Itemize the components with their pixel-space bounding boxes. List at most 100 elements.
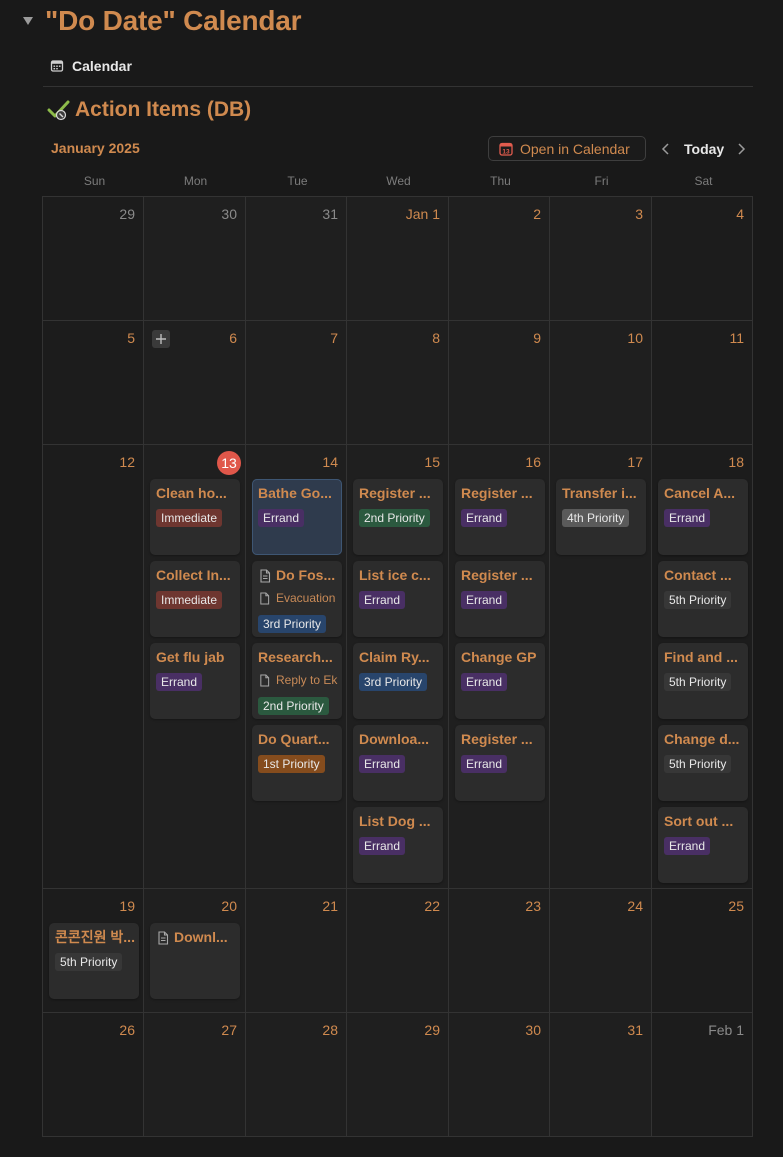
event-card[interactable]: Downloa... Errand [353, 725, 443, 801]
add-event-button[interactable] [152, 330, 170, 348]
day-number: 21 [322, 898, 338, 914]
related-page[interactable]: Evacuation [258, 591, 342, 607]
day-number: 25 [728, 898, 744, 914]
day-cell[interactable]: 23 [449, 889, 550, 1013]
weekday-sat: Sat [694, 174, 713, 188]
day-cell[interactable]: 25 [652, 889, 753, 1013]
database-title[interactable]: Action Items (DB) [47, 98, 251, 122]
day-cell[interactable]: 20 Downl... [144, 889, 246, 1013]
day-cell[interactable]: 6 [144, 321, 246, 445]
page-title: "Do Date" Calendar [45, 5, 302, 36]
day-cell[interactable]: 4 [652, 197, 753, 321]
related-page[interactable]: Reply to Ek [258, 673, 342, 689]
day-cell[interactable]: 31 [550, 1013, 652, 1137]
view-tab-calendar[interactable]: Calendar [50, 56, 132, 76]
day-cell[interactable]: 21 [246, 889, 347, 1013]
event-card-title: Change GP [461, 649, 537, 665]
day-number: 9 [533, 330, 541, 346]
day-number: 20 [221, 898, 237, 914]
day-cell[interactable]: 31 [246, 197, 347, 321]
day-number: 29 [424, 1022, 440, 1038]
page-icon [259, 569, 271, 583]
day-cell[interactable]: 27 [144, 1013, 246, 1137]
event-card[interactable]: List Dog ... Errand [353, 807, 443, 883]
day-cell[interactable]: 14 Bathe Go... Errand Do Fos... Evacuation 3r… [246, 445, 347, 889]
event-card[interactable]: Register ... Errand [455, 725, 545, 801]
day-cell[interactable]: 12 [43, 445, 144, 889]
day-number: 7 [330, 330, 338, 346]
day-cell[interactable]: 24 [550, 889, 652, 1013]
event-card[interactable]: Change GP Errand [455, 643, 545, 719]
day-cell[interactable]: 11 [652, 321, 753, 445]
day-cell[interactable]: 16 Register ... Errand Register ... Errand Ch… [449, 445, 550, 889]
day-cell[interactable]: 2 [449, 197, 550, 321]
day-number: 26 [119, 1022, 135, 1038]
status-tag: 5th Priority [664, 755, 732, 773]
day-cell[interactable]: 29 [43, 197, 144, 321]
event-card-title: Downl... [174, 929, 228, 945]
event-card-title: Change d... [664, 731, 740, 747]
event-card[interactable]: List ice c... Errand [353, 561, 443, 637]
checkmark-icon [47, 100, 70, 121]
event-card[interactable]: Research... Reply to Ek 2nd Priority [252, 643, 342, 719]
event-card[interactable]: Do Quart... 1st Priority [252, 725, 342, 801]
day-cell[interactable]: 26 [43, 1013, 144, 1137]
open-in-calendar-label: Open in Calendar [520, 140, 630, 157]
day-cell[interactable]: 9 [449, 321, 550, 445]
event-card-title: Collect In... [156, 567, 231, 583]
event-card[interactable]: Clean ho... Immediate [150, 479, 240, 555]
day-number: 15 [424, 454, 440, 470]
event-card[interactable]: 콘콘진원 박... 5th Priority [49, 923, 139, 999]
day-cell[interactable]: 10 [550, 321, 652, 445]
day-cell[interactable]: 7 [246, 321, 347, 445]
event-card[interactable]: Transfer i... 4th Priority [556, 479, 646, 555]
day-cell[interactable]: 13 Clean ho... Immediate Collect In... Immed… [144, 445, 246, 889]
event-card[interactable]: Downl... [150, 923, 240, 999]
day-cell[interactable]: 30 [144, 197, 246, 321]
event-card[interactable]: Claim Ry... 3rd Priority [353, 643, 443, 719]
day-cell[interactable]: 8 [347, 321, 449, 445]
event-card[interactable]: Register ... Errand [455, 479, 545, 555]
day-cell[interactable]: 22 [347, 889, 449, 1013]
day-number: 19 [119, 898, 135, 914]
day-cell[interactable]: 18 Cancel A... Errand Contact ... 5th Priori… [652, 445, 753, 889]
event-card[interactable]: Contact ... 5th Priority [658, 561, 748, 637]
event-card[interactable]: Register ... 2nd Priority [353, 479, 443, 555]
day-cell[interactable]: 19 콘콘진원 박... 5th Priority [43, 889, 144, 1013]
day-cell[interactable]: 3 [550, 197, 652, 321]
day-cell[interactable]: 5 [43, 321, 144, 445]
day-cell[interactable]: Feb 1 [652, 1013, 753, 1137]
event-card[interactable]: Change d... 5th Priority [658, 725, 748, 801]
next-month-button[interactable] [734, 141, 748, 157]
day-cell[interactable]: 29 [347, 1013, 449, 1137]
prev-month-button[interactable] [659, 141, 673, 157]
open-in-calendar-button[interactable]: 13 Open in Calendar [488, 136, 646, 161]
status-tag: 5th Priority [664, 673, 732, 691]
day-cell[interactable]: 28 [246, 1013, 347, 1137]
event-card-title: 콘콘진원 박... [55, 929, 135, 945]
event-card[interactable]: Get flu jab Errand [150, 643, 240, 719]
day-cell[interactable]: 30 [449, 1013, 550, 1137]
event-card[interactable]: Bathe Go... Errand [252, 479, 342, 555]
day-number: 17 [627, 454, 643, 470]
day-number: 27 [221, 1022, 237, 1038]
day-cell[interactable]: 15 Register ... 2nd Priority List ice c... E… [347, 445, 449, 889]
day-number: 18 [728, 454, 744, 470]
event-card[interactable]: Collect In... Immediate [150, 561, 240, 637]
status-tag: 4th Priority [562, 509, 630, 527]
day-number: 29 [119, 206, 135, 222]
event-card[interactable]: Sort out ... Errand [658, 807, 748, 883]
event-card[interactable]: Cancel A... Errand [658, 479, 748, 555]
event-card[interactable]: Register ... Errand [455, 561, 545, 637]
event-card-title: Transfer i... [562, 485, 637, 501]
event-card[interactable]: Do Fos... Evacuation 3rd Priority [252, 561, 342, 637]
page-icon [259, 674, 270, 687]
weekday-header: Sun Mon Tue Wed Thu Fri Sat [43, 174, 753, 188]
toggle-triangle-icon[interactable] [21, 14, 35, 28]
day-number: 10 [627, 330, 643, 346]
today-button[interactable]: Today [684, 141, 724, 157]
day-cell[interactable]: 17 Transfer i... 4th Priority [550, 445, 652, 889]
day-cell[interactable]: Jan 1 [347, 197, 449, 321]
day-number: 30 [525, 1022, 541, 1038]
event-card[interactable]: Find and ... 5th Priority [658, 643, 748, 719]
